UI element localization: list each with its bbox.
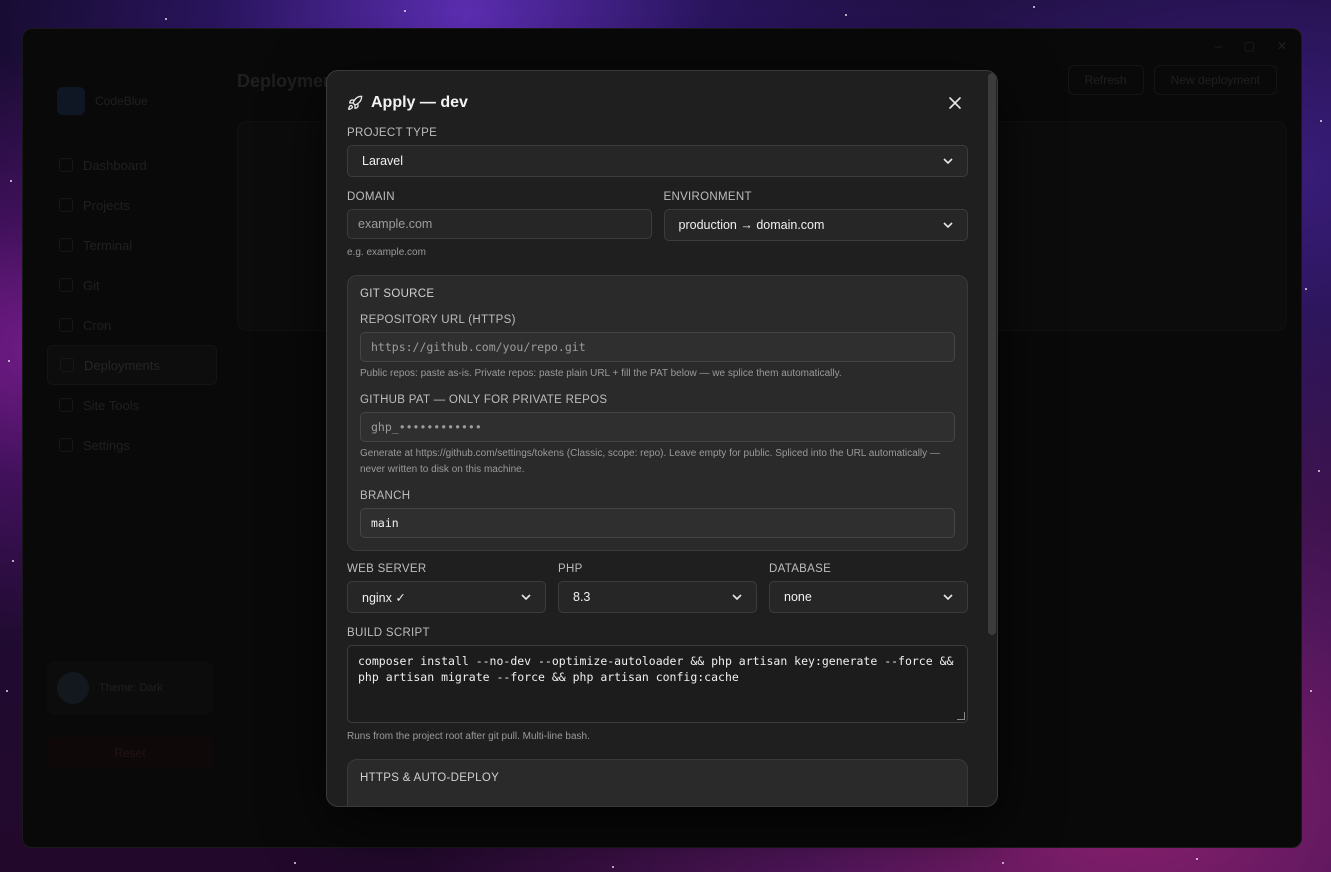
project-type-label: PROJECT TYPE	[347, 127, 438, 139]
https-autodeploy-title: HTTPS & AUTO-DEPLOY	[360, 772, 500, 784]
modal-title: Apply — dev	[347, 94, 468, 112]
build-script-value: composer install --no-dev --optimize-aut…	[358, 654, 954, 684]
project-type-field: PROJECT TYPE Laravel	[347, 127, 968, 177]
modal-scrollbar-thumb[interactable]	[988, 73, 996, 635]
php-value: 8.3	[573, 590, 591, 604]
modal-body: Apply — dev PROJECT TYPE Laravel DOMAIN …	[327, 71, 987, 806]
environment-field: ENVIRONMENT production → domain.com	[663, 191, 968, 261]
php-field: PHP 8.3	[558, 563, 757, 613]
chevron-down-icon	[521, 591, 531, 603]
server-php-database-row: WEB SERVER nginx ✓ PHP 8.3 DATABASE none	[347, 563, 968, 627]
chevron-down-icon	[732, 591, 742, 603]
environment-label: ENVIRONMENT	[663, 191, 752, 203]
database-label: DATABASE	[769, 563, 832, 575]
web-server-label: WEB SERVER	[347, 563, 427, 575]
github-pat-input[interactable]: ghp_••••••••••••	[360, 412, 955, 442]
build-script-label: BUILD SCRIPT	[347, 627, 430, 639]
environment-select[interactable]: production → domain.com	[663, 209, 968, 241]
branch-field: BRANCH main	[360, 490, 955, 538]
environment-value: production → domain.com	[678, 218, 825, 232]
github-pat-label: GITHUB PAT — ONLY FOR PRIVATE REPOS	[360, 394, 608, 406]
build-script-hint: Runs from the project root after git pul…	[347, 731, 590, 742]
rocket-icon	[348, 95, 363, 110]
database-select[interactable]: none	[769, 581, 968, 613]
resize-handle[interactable]	[957, 712, 965, 720]
build-script-field: BUILD SCRIPT composer install --no-dev -…	[347, 627, 968, 745]
apply-modal: Apply — dev PROJECT TYPE Laravel DOMAIN …	[326, 70, 998, 807]
branch-label: BRANCH	[360, 490, 411, 502]
domain-field: DOMAIN example.com e.g. example.com	[347, 191, 652, 261]
domain-hint: e.g. example.com	[347, 247, 426, 258]
modal-title-text: Apply — dev	[371, 94, 468, 111]
chevron-down-icon	[943, 591, 953, 603]
repo-url-field: REPOSITORY URL (HTTPS) https://github.co…	[360, 314, 955, 382]
repo-url-label: REPOSITORY URL (HTTPS)	[360, 314, 516, 326]
github-pat-field: GITHUB PAT — ONLY FOR PRIVATE REPOS ghp_…	[360, 394, 955, 478]
build-script-textarea[interactable]: composer install --no-dev --optimize-aut…	[347, 645, 968, 723]
web-server-select[interactable]: nginx ✓	[347, 581, 546, 613]
close-button[interactable]	[944, 92, 966, 114]
domain-label: DOMAIN	[347, 191, 395, 203]
project-type-select[interactable]: Laravel	[347, 145, 968, 177]
modal-header: Apply — dev	[347, 91, 968, 115]
repo-url-hint: Public repos: paste as-is. Private repos…	[360, 368, 842, 379]
database-value: none	[784, 590, 812, 604]
php-select[interactable]: 8.3	[558, 581, 757, 613]
branch-input[interactable]: main	[360, 508, 955, 538]
modal-scrollbar[interactable]	[988, 73, 996, 806]
chevron-down-icon	[943, 155, 953, 167]
domain-environment-row: DOMAIN example.com e.g. example.com ENVI…	[347, 191, 968, 275]
chevron-down-icon	[943, 219, 953, 231]
project-type-value: Laravel	[362, 154, 403, 168]
domain-input[interactable]: example.com	[347, 209, 652, 239]
git-source-title: GIT SOURCE	[360, 288, 435, 300]
web-server-field: WEB SERVER nginx ✓	[347, 563, 546, 613]
web-server-value: nginx ✓	[362, 590, 406, 605]
repo-url-input[interactable]: https://github.com/you/repo.git	[360, 332, 955, 362]
github-pat-hint: Generate at https://github.com/settings/…	[360, 448, 940, 475]
git-source-panel: GIT SOURCE REPOSITORY URL (HTTPS) https:…	[347, 275, 968, 551]
database-field: DATABASE none	[769, 563, 968, 613]
https-autodeploy-panel: HTTPS & AUTO-DEPLOY	[347, 759, 968, 806]
php-label: PHP	[558, 563, 583, 575]
close-icon	[949, 97, 961, 109]
